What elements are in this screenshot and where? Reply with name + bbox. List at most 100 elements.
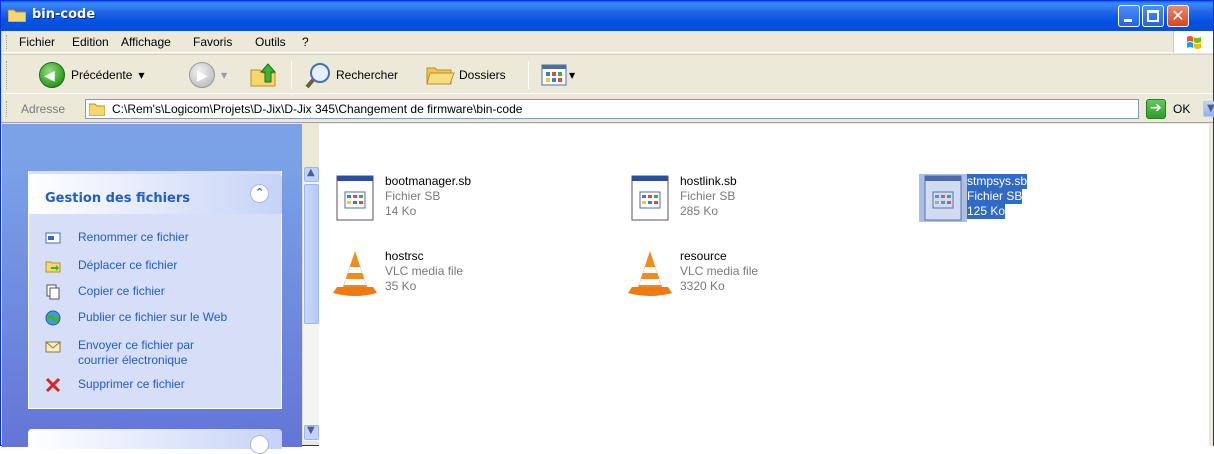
task-label: Déplacer ce fichier — [78, 258, 178, 272]
title-bar[interactable]: bin-code ✕ — [1, 1, 1213, 31]
vlc-cone-icon — [628, 251, 672, 296]
standard-toolbar: ◀ Précédente ▼ ▶ ▼ Rechercher Dossiers ▼ — [1, 54, 1213, 94]
publish-web-icon — [45, 310, 61, 326]
window-title: bin-code — [32, 7, 96, 22]
search-icon — [305, 63, 330, 88]
address-bar: Adresse C:\Rem's\Logicom\Projets\D-Jix\D… — [1, 95, 1214, 123]
folder-icon — [89, 103, 105, 116]
back-dropdown-icon[interactable]: ▼ — [138, 71, 144, 80]
go-label[interactable]: OK — [1173, 102, 1190, 116]
explorer-window: bin-code ✕ Fichier Edition Affichage Fav… — [0, 0, 1214, 454]
sb-file-icon — [336, 175, 374, 221]
menu-affichage[interactable]: Affichage — [121, 35, 171, 49]
copy-icon — [46, 284, 60, 300]
chevron-up-icon: ⌃ — [255, 186, 265, 199]
delete-icon — [45, 377, 61, 393]
file-name: stmpsys.sb — [967, 174, 1028, 189]
search-label: Rechercher — [336, 68, 399, 82]
task-pane-top — [2, 124, 302, 157]
task-label: Renommer ce fichier — [78, 230, 189, 244]
windows-logo — [1173, 31, 1213, 53]
folder-icon — [8, 9, 26, 22]
file-size: 35 Ko — [385, 279, 417, 293]
file-type: VLC media file — [680, 264, 759, 278]
folders-button[interactable]: Dossiers — [425, 61, 506, 89]
chevron-up-icon: ▲ — [307, 167, 315, 178]
address-dropdown-button[interactable]: ▼ — [1203, 101, 1214, 117]
sb-file-icon — [919, 174, 967, 222]
menu-outils[interactable]: Outils — [255, 35, 286, 49]
file-name: hostlink.sb — [680, 174, 737, 188]
email-icon — [45, 341, 61, 353]
back-button[interactable]: ◀ Précédente ▼ — [39, 61, 145, 89]
other-places-header[interactable] — [28, 429, 282, 454]
views-icon — [541, 64, 567, 86]
file-name: resource — [680, 249, 727, 263]
menu-fichier[interactable]: Fichier — [19, 35, 55, 49]
task-label: Publier ce fichier sur le Web — [78, 310, 228, 324]
task-label-line2: courrier électronique — [78, 353, 188, 367]
scroll-down-button[interactable]: ▼ — [304, 425, 319, 440]
minimize-icon — [1124, 19, 1132, 22]
move-icon — [45, 261, 61, 273]
file-size: 125 Ko — [967, 204, 1006, 219]
task-label: Copier ce fichier — [78, 284, 165, 298]
back-arrow-icon: ◀ — [39, 62, 65, 88]
folders-label: Dossiers — [459, 68, 506, 82]
go-button[interactable]: ➔ — [1146, 99, 1166, 119]
menubar-grip[interactable] — [6, 35, 8, 49]
forward-button[interactable]: ▶ ▼ — [189, 61, 227, 89]
file-type: VLC media file — [385, 264, 464, 278]
forward-arrow-icon: ▶ — [189, 62, 215, 88]
folder-up-icon — [250, 63, 277, 87]
forward-dropdown-icon[interactable]: ▼ — [221, 71, 227, 80]
menu-edition[interactable]: Edition — [72, 35, 109, 49]
window-right-border — [1209, 124, 1213, 446]
menu-favoris[interactable]: Favoris — [193, 35, 232, 49]
file-name: hostrsc — [385, 249, 424, 263]
search-button[interactable]: Rechercher — [305, 61, 398, 89]
file-type: Fichier SB — [385, 189, 441, 203]
file-size: 14 Ko — [385, 204, 417, 218]
menu-bar: Fichier Edition Affichage Favoris Outils… — [1, 31, 1213, 53]
views-dropdown-icon[interactable]: ▼ — [569, 71, 575, 80]
address-path: C:\Rem's\Logicom\Projets\D-Jix\D-Jix 345… — [112, 102, 523, 116]
up-button[interactable] — [249, 61, 277, 89]
addressbar-grip[interactable] — [6, 101, 8, 117]
address-label: Adresse — [21, 102, 66, 116]
task-label: Envoyer ce fichier par — [78, 338, 195, 352]
scroll-thumb[interactable] — [304, 184, 319, 324]
views-button[interactable]: ▼ — [541, 61, 575, 89]
vlc-cone-icon — [333, 251, 377, 296]
file-size: 3320 Ko — [680, 279, 725, 293]
folders-icon — [426, 67, 455, 85]
task-pane-scrollbar[interactable]: ▲ ▼ — [302, 167, 319, 441]
file-type: Fichier SB — [967, 189, 1023, 204]
collapse-button[interactable] — [250, 435, 269, 454]
windows-flag-icon — [1187, 36, 1201, 49]
rename-icon — [45, 232, 61, 244]
toolbar-separator — [528, 61, 529, 89]
go-arrow-icon: ➔ — [1150, 100, 1162, 116]
scroll-up-button[interactable]: ▲ — [304, 167, 319, 182]
chevron-down-icon: ▼ — [1207, 103, 1214, 114]
toolbar-separator — [291, 61, 292, 89]
file-list[interactable]: bootmanager.sb Fichier SB 14 Ko hostlink… — [319, 124, 1213, 446]
maximize-button[interactable] — [1142, 5, 1164, 27]
close-icon: ✕ — [1171, 6, 1185, 25]
back-label: Précédente — [71, 68, 133, 82]
close-button[interactable]: ✕ — [1167, 5, 1189, 27]
file-tasks-header[interactable]: Gestion des fichiers ⌃ — [28, 174, 282, 214]
minimize-button[interactable] — [1118, 5, 1140, 27]
maximize-icon — [1147, 10, 1159, 22]
task-label: Supprimer ce fichier — [78, 377, 185, 391]
file-size: 285 Ko — [680, 204, 719, 218]
file-name: bootmanager.sb — [385, 174, 472, 188]
collapse-button[interactable]: ⌃ — [250, 184, 269, 203]
address-input[interactable]: C:\Rem's\Logicom\Projets\D-Jix\D-Jix 345… — [85, 99, 1214, 119]
file-tasks-title: Gestion des fichiers — [45, 191, 191, 206]
toolbar-grip[interactable] — [6, 61, 8, 89]
menu-help[interactable]: ? — [302, 35, 309, 49]
sb-file-icon — [631, 175, 669, 221]
chevron-down-icon: ▼ — [307, 425, 315, 436]
